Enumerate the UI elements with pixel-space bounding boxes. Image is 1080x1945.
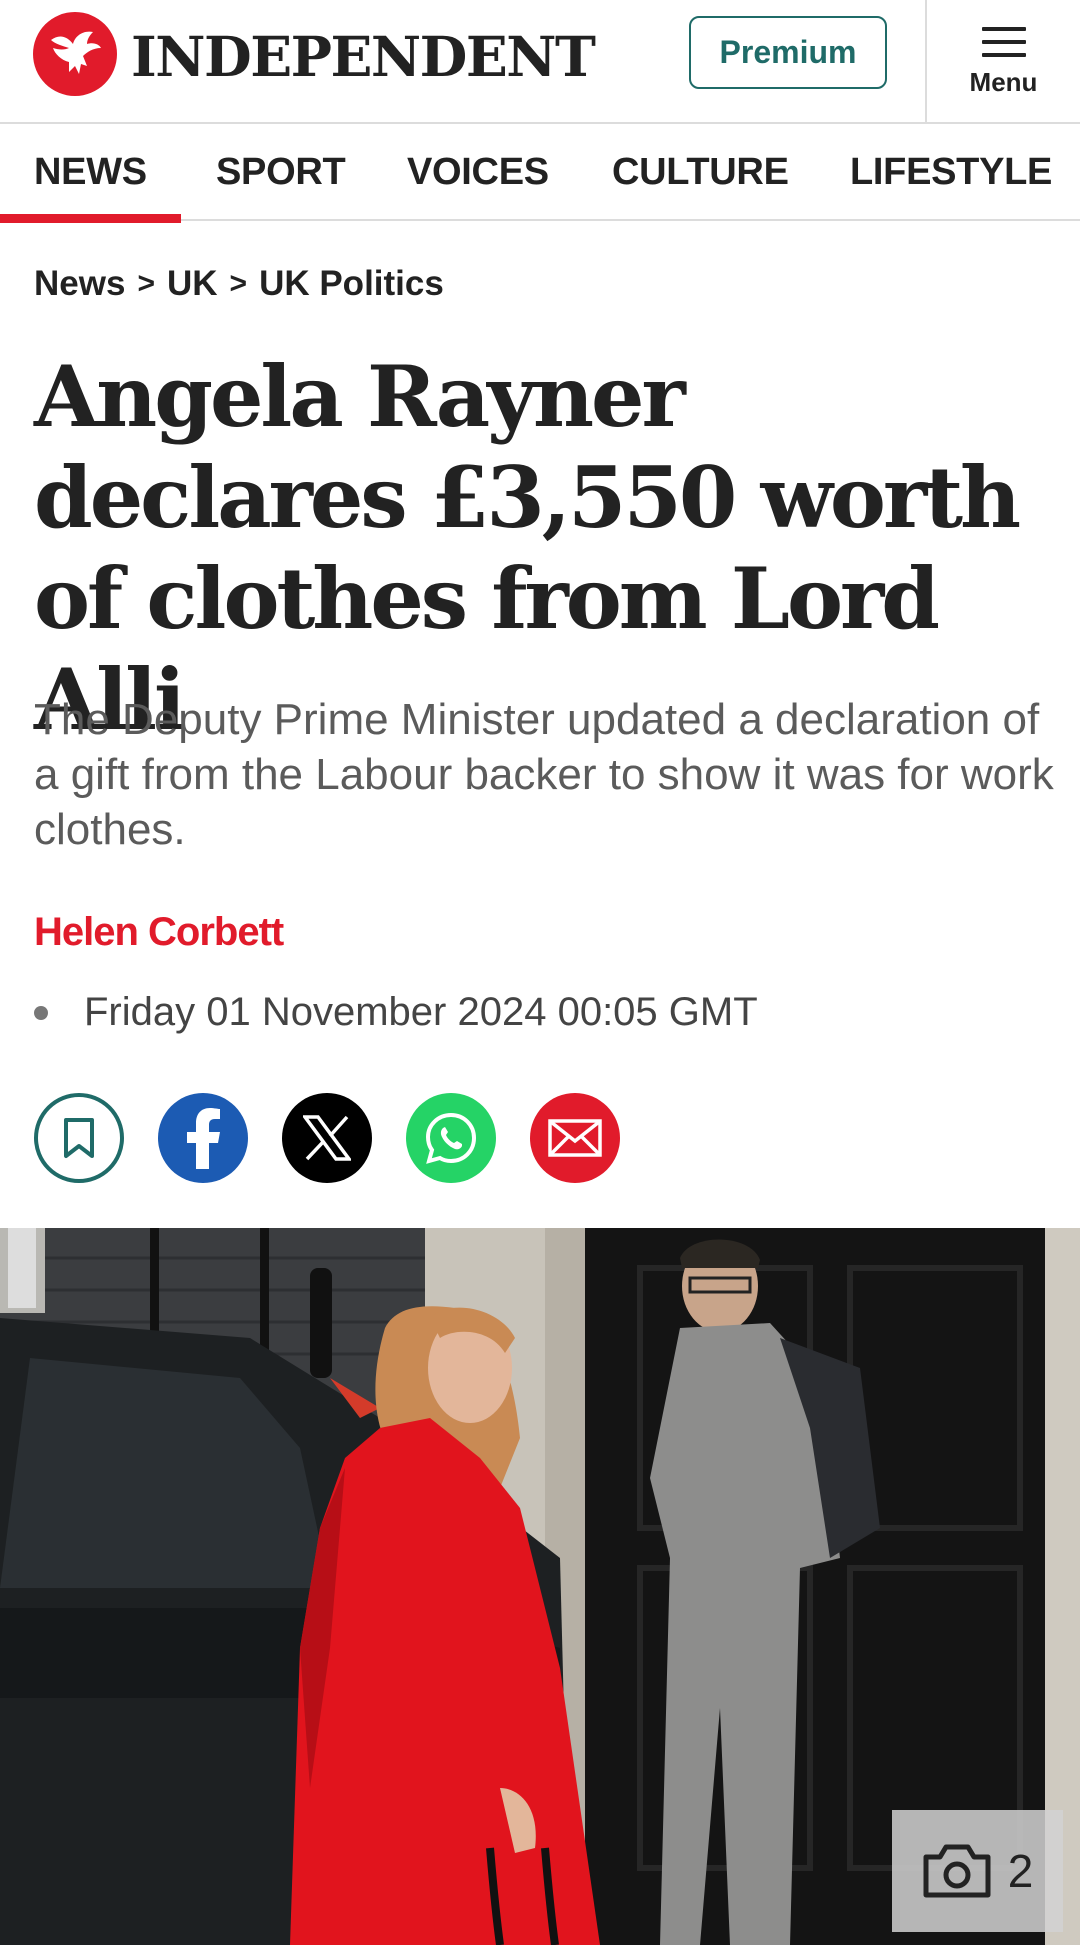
article-standfirst: The Deputy Prime Minister updated a decl… [34, 695, 1054, 854]
premium-button[interactable]: Premium [689, 16, 887, 89]
tab-news[interactable]: NEWS [0, 124, 181, 223]
logo-wordmark: INDEPENDENT [131, 23, 596, 89]
eagle-icon [33, 12, 117, 96]
email-icon [548, 1119, 602, 1157]
author-link[interactable]: Helen Corbett [34, 910, 284, 955]
breadcrumb-item-uk-politics[interactable]: UK Politics [259, 264, 444, 304]
site-logo[interactable]: INDEPENDENT [33, 12, 596, 96]
gallery-count: 2 [1007, 1845, 1034, 1897]
breadcrumb-item-uk[interactable]: UK [167, 264, 218, 304]
date-text: Friday 01 November 2024 00:05 GMT [84, 990, 758, 1034]
tab-sport[interactable]: SPORT [216, 124, 346, 221]
share-bar [34, 1093, 654, 1183]
article-headline: Angela Rayner declares £3,550 worth of c… [34, 347, 1021, 749]
section-nav: NEWS SPORT VOICES CULTURE LIFESTYLE [0, 124, 1080, 223]
breadcrumb-separator: > [137, 267, 155, 300]
email-share-button[interactable] [530, 1093, 620, 1183]
bookmark-button[interactable] [34, 1093, 124, 1183]
camera-icon [923, 1844, 991, 1898]
site-header: INDEPENDENT Premium Menu [0, 0, 1080, 124]
x-share-button[interactable] [282, 1093, 372, 1183]
bullet-icon [34, 1005, 48, 1020]
tab-culture[interactable]: CULTURE [612, 124, 789, 221]
x-icon [303, 1115, 351, 1161]
breadcrumb-separator: > [229, 267, 248, 300]
breadcrumb: News > UK > UK Politics [34, 264, 444, 304]
whatsapp-share-button[interactable] [406, 1093, 496, 1183]
tab-lifestyle[interactable]: LIFESTYLE [850, 124, 1052, 221]
publish-date: Friday 01 November 2024 00:05 GMT [34, 990, 758, 1035]
whatsapp-icon [425, 1112, 477, 1164]
breadcrumb-item-news[interactable]: News [34, 264, 125, 304]
hamburger-icon [981, 26, 1026, 57]
gallery-badge[interactable]: 2 [892, 1810, 1063, 1932]
tab-voices[interactable]: VOICES [407, 124, 549, 221]
facebook-share-button[interactable] [158, 1093, 248, 1183]
menu-button[interactable]: Menu [927, 0, 1080, 124]
facebook-icon [187, 1108, 220, 1169]
bookmark-icon [64, 1118, 94, 1158]
menu-label: Menu [969, 66, 1038, 97]
